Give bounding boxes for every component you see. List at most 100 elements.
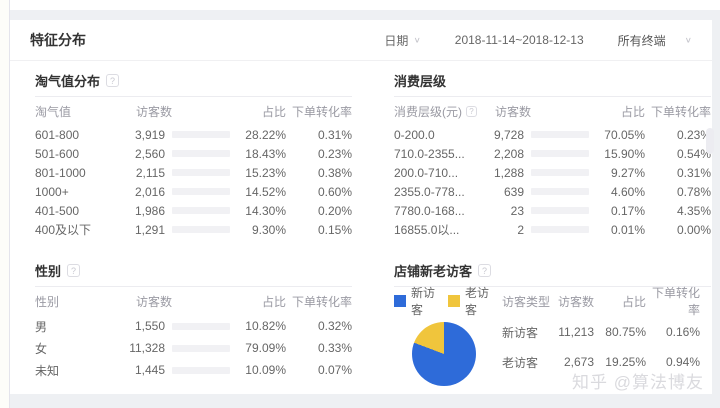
visitors-cell: 23	[482, 204, 589, 218]
help-icon[interactable]: ?	[67, 263, 81, 277]
date-range-value[interactable]: 2018-11-14~2018-12-13	[455, 33, 584, 47]
row-label: 2355.0-778...	[394, 184, 465, 199]
table-header: 淘气值 访客数 占比 下单转化率	[35, 97, 352, 125]
bar-track	[531, 131, 589, 138]
row-visitors: 639	[503, 184, 524, 199]
legend-item-old[interactable]: 老访客	[448, 284, 490, 318]
row-visitors: 1,291	[134, 222, 165, 237]
terminal-dropdown[interactable]: 所有终端 ∨	[618, 32, 692, 49]
row-visitors: 2,016	[134, 184, 165, 199]
scrollbar-thumb[interactable]	[706, 128, 714, 154]
row-type: 新访客	[502, 325, 539, 340]
bar-track	[531, 169, 589, 176]
table-header: 消费层级(元) ? 访客数 占比 下单转化率	[394, 97, 711, 125]
row-share: 80.75%	[605, 325, 646, 339]
row-visitors: 3,919	[134, 127, 165, 142]
row-conversion: 0.07%	[317, 363, 352, 377]
date-type-label: 日期	[384, 33, 409, 48]
row-share: 15.23%	[245, 165, 286, 180]
bar-track	[172, 226, 230, 233]
pie-legend: 新访客 老访客	[394, 284, 502, 318]
consumption-table: 0-200.0 9,728 70.05% 0.23% 710.0-2355...…	[394, 125, 711, 239]
visitors-cell: 1,550	[123, 319, 230, 333]
table-row: 401-500 1,986 14.30% 0.20%	[35, 201, 352, 220]
row-label: 女	[35, 341, 48, 356]
bar-track	[172, 131, 230, 138]
row-share: 10.09%	[245, 363, 286, 377]
bar-track	[531, 188, 589, 195]
card-header: 特征分布 日期 ∨ 2018-11-14~2018-12-13 所有终端 ∨	[10, 20, 712, 61]
column-header: 占比	[620, 104, 645, 119]
feature-distribution-card: 特征分布 日期 ∨ 2018-11-14~2018-12-13 所有终端 ∨ 淘…	[10, 20, 712, 394]
table-row: 7780.0-168... 23 0.17% 4.35%	[394, 201, 711, 220]
visitors-cell: 1,288	[482, 166, 589, 180]
panel-title-row: 性别 ?	[35, 263, 352, 279]
legend-item-new[interactable]: 新访客	[394, 284, 436, 318]
help-icon[interactable]: ?	[106, 73, 120, 87]
visitors-cell: 2,016	[123, 185, 230, 199]
row-conversion: 0.23%	[317, 146, 352, 161]
row-visitors: 1,445	[134, 363, 165, 377]
table-row: 16855.0以... 2 0.01% 0.00%	[394, 220, 711, 239]
row-conversion: 0.78%	[676, 184, 711, 199]
row-label: 1000+	[35, 184, 69, 199]
row-label: 200.0-710...	[394, 165, 459, 180]
visitors-cell: 1,445	[123, 363, 230, 377]
column-header: 下单转化率	[651, 286, 700, 317]
visitors-cell: 639	[482, 185, 589, 199]
row-conversion: 0.31%	[676, 165, 711, 180]
row-conversion: 0.60%	[317, 184, 352, 199]
row-conversion: 0.16%	[665, 325, 700, 339]
panel-title-row: 消费层级	[394, 73, 711, 89]
column-header-label: 消费层级(元)	[394, 104, 462, 119]
row-label: 801-1000	[35, 165, 86, 180]
row-visitors: 2,115	[135, 165, 165, 180]
row-share: 0.01%	[610, 222, 645, 237]
bar-track	[531, 207, 589, 214]
panel-title: 店铺新老访客	[394, 263, 473, 279]
column-header: 访客类型	[502, 294, 551, 309]
new-old-visitors-pie-chart[interactable]	[412, 322, 476, 386]
legend-label: 老访客	[465, 286, 490, 317]
help-icon[interactable]: ?	[466, 105, 477, 117]
gender-table: 男 1,550 10.82% 0.32% 女 11,328 79.09% 0.3…	[35, 315, 352, 381]
column-header: 下单转化率	[650, 104, 711, 119]
panel-taoqi-distribution: 淘气值分布 ? 淘气值 访客数 占比 下单转化率 601-800 3,919 2…	[35, 61, 352, 239]
row-type: 老访客	[502, 355, 539, 370]
watermark: 知乎 @算法博友	[572, 373, 704, 392]
table-row: 男 1,550 10.82% 0.32%	[35, 315, 352, 337]
row-share: 28.22%	[245, 127, 286, 142]
table-row: 200.0-710... 1,288 9.27% 0.31%	[394, 163, 711, 182]
legend-label: 新访客	[411, 286, 436, 317]
row-label: 710.0-2355...	[394, 146, 465, 161]
column-header: 访客数	[135, 104, 172, 119]
table-row: 801-1000 2,115 15.23% 0.38%	[35, 163, 352, 182]
panel-title-row: 店铺新老访客 ?	[394, 263, 711, 279]
top-card-edge	[10, 0, 720, 10]
bar-track	[531, 150, 589, 157]
taoqi-table: 601-800 3,919 28.22% 0.31% 501-600 2,560…	[35, 125, 352, 239]
table-row: 501-600 2,560 18.43% 0.23%	[35, 144, 352, 163]
column-header: 下单转化率	[291, 104, 352, 119]
column-header: 访客数	[557, 294, 594, 309]
table-row: 400及以下 1,291 9.30% 0.15%	[35, 220, 352, 239]
row-visitors: 2	[517, 222, 524, 237]
bar-track	[172, 150, 230, 157]
panel-new-old-visitors: 店铺新老访客 ? 新访客 老访客 访客类型 访客数 占比 下单转化率 新访客 1…	[394, 239, 711, 386]
panel-consumption-level: 消费层级 消费层级(元) ? 访客数 占比 下单转化率 0-200.0 9,72…	[394, 61, 711, 239]
row-visitors: 9,728	[493, 127, 524, 142]
row-label: 601-800	[35, 127, 80, 142]
help-icon[interactable]: ?	[478, 263, 492, 277]
chevron-down-icon: ∨	[413, 35, 421, 45]
chevron-down-icon: ∨	[684, 35, 692, 45]
date-type-dropdown[interactable]: 日期 ∨	[384, 32, 420, 49]
column-header: 消费层级(元) ?	[394, 103, 482, 120]
row-share: 4.60%	[610, 184, 645, 199]
row-label: 0-200.0	[394, 127, 435, 142]
panel-title: 淘气值分布	[35, 73, 101, 89]
column-header: 访客数	[135, 294, 172, 309]
row-conversion: 0.23%	[676, 127, 711, 142]
bar-track	[172, 188, 230, 195]
table-row: 0-200.0 9,728 70.05% 0.23%	[394, 125, 711, 144]
row-share: 9.30%	[251, 222, 286, 237]
